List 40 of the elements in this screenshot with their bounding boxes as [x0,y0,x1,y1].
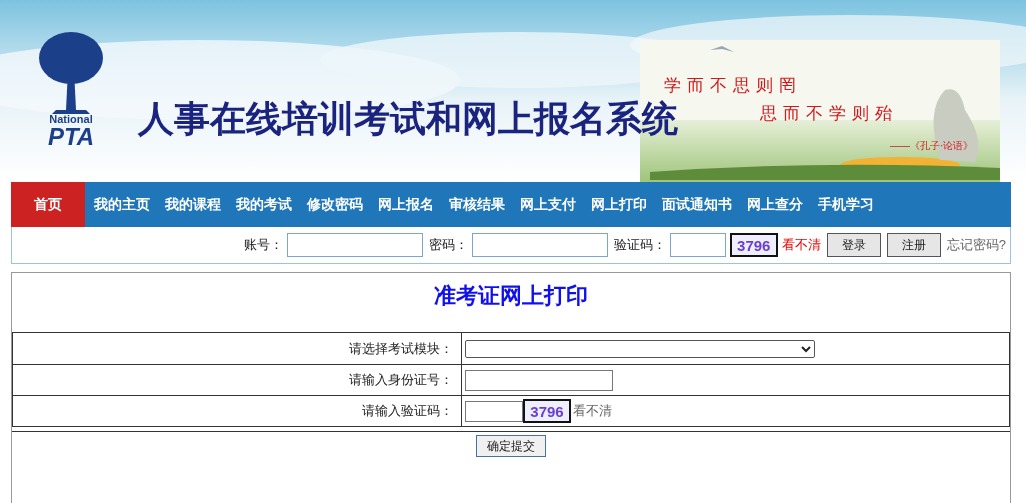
nav-tab[interactable]: 我的主页 [88,182,156,227]
page-title: 准考证网上打印 [434,282,588,310]
register-button[interactable]: 注册 [886,233,941,257]
nav-tab[interactable]: 手机学习 [812,182,880,227]
nav-tab[interactable]: 面试通知书 [656,182,738,227]
nav-tab[interactable]: 审核结果 [443,182,511,227]
nav-tab[interactable]: 修改密码 [301,182,369,227]
nav-tab[interactable]: 首页 [11,182,85,227]
account-field[interactable] [286,233,423,257]
submit-button[interactable]: 确定提交 [476,435,546,457]
quote-line: 学而不思则罔 [664,75,803,97]
form-label: 请选择考试模块： [349,339,453,358]
exam-module-select[interactable] [465,339,815,358]
password-field[interactable] [471,233,608,257]
tree-icon [38,30,104,114]
nav-tab[interactable]: 我的课程 [159,182,227,227]
nav-tab[interactable]: 网上打印 [585,182,653,227]
site-title: 人事在线培训考试和网上报名系统 [138,100,678,136]
refresh-captcha-link[interactable]: 看不清 [781,235,821,255]
id-number-field[interactable] [465,369,613,391]
nav-tab[interactable]: 网上查分 [741,182,809,227]
form-label: 请输入验证码： [362,402,453,421]
captcha-field[interactable] [669,233,726,257]
form-label: 请输入身份证号： [349,371,453,390]
nav-tab[interactable]: 网上报名 [372,182,440,227]
quote-source: ——《孔子·论语》 [890,139,974,153]
captcha-field[interactable] [465,400,523,422]
field-label: 账号： [243,236,283,255]
forgot-password-link[interactable]: 忘记密码? [946,235,1006,255]
quote-line: 思而不学则殆 [760,103,898,125]
nav-tab[interactable]: 我的考试 [230,182,298,227]
captcha-image[interactable]: 3796 [523,399,571,423]
logo-text: PTA [47,125,95,149]
logo-text: National [49,114,93,125]
captcha-image[interactable]: 3796 [729,233,778,257]
login-button[interactable]: 登录 [826,233,881,257]
refresh-captcha-link[interactable]: 看不清 [573,401,612,421]
nav-tab[interactable]: 网上支付 [514,182,582,227]
field-label: 密码： [428,236,468,255]
field-label: 验证码： [613,236,666,255]
